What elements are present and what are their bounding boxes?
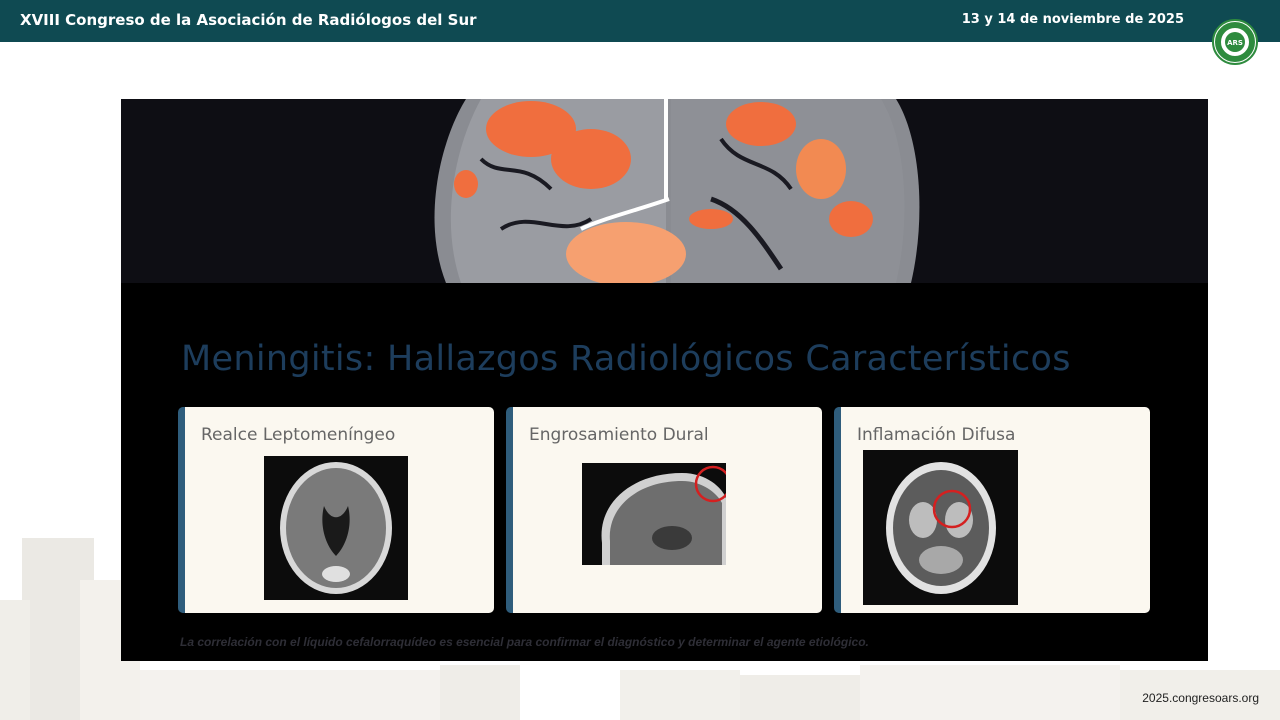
mri-t2-axial-image [863,450,1018,605]
mri-axial-image [264,456,408,600]
slide-title: Meningitis: Hallazgos Radiológicos Carac… [181,339,1071,379]
brain-illustration [121,99,1208,283]
card-title: Engrosamiento Dural [529,425,709,445]
website-url: 2025.congresoars.org [1142,691,1259,705]
logo-text: ARS [1227,39,1243,47]
card-leptomeningeal-enhancement: Realce Leptomeníngeo [178,407,494,613]
card-title: Inflamación Difusa [857,425,1016,445]
header-bar: XVIII Congreso de la Asociación de Radió… [0,0,1280,42]
slide-footnote: La correlación con el líquido cefalorraq… [180,635,869,649]
ars-logo: ARS [1212,19,1258,65]
congress-title: XVIII Congreso de la Asociación de Radió… [20,11,477,29]
card-dural-thickening: Engrosamiento Dural [506,407,822,613]
card-diffuse-inflammation: Inflamación Difusa [834,407,1150,613]
mri-sagittal-image [582,463,726,565]
presentation-slide: Meningitis: Hallazgos Radiológicos Carac… [121,99,1208,661]
congress-date: 13 y 14 de noviembre de 2025 [961,12,1184,27]
card-title: Realce Leptomeníngeo [201,425,396,445]
